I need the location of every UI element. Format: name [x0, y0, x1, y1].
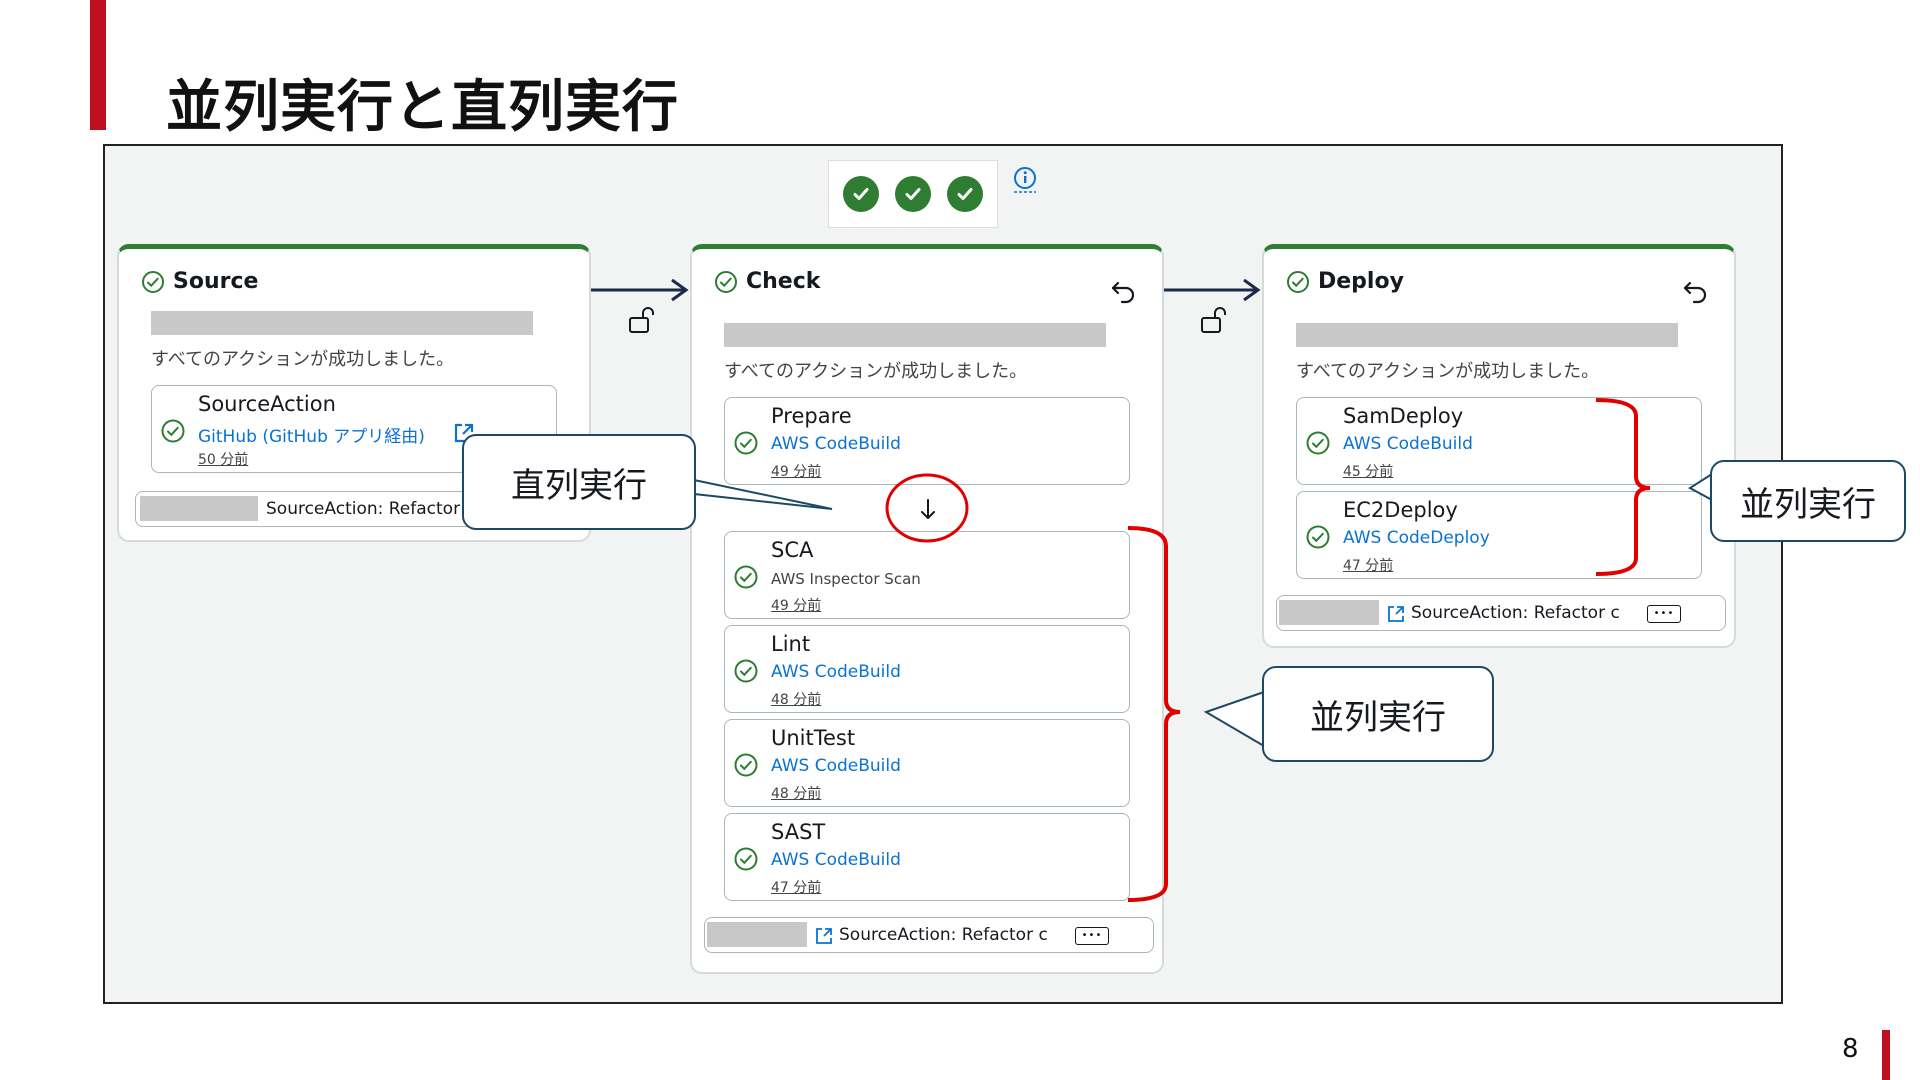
- callout-pointer: [1688, 473, 1713, 501]
- callout-parallel-deploy-label: 並列実行: [1710, 460, 1906, 542]
- page-accent-bar: [1882, 1030, 1890, 1080]
- page-number: 8: [1842, 1034, 1859, 1064]
